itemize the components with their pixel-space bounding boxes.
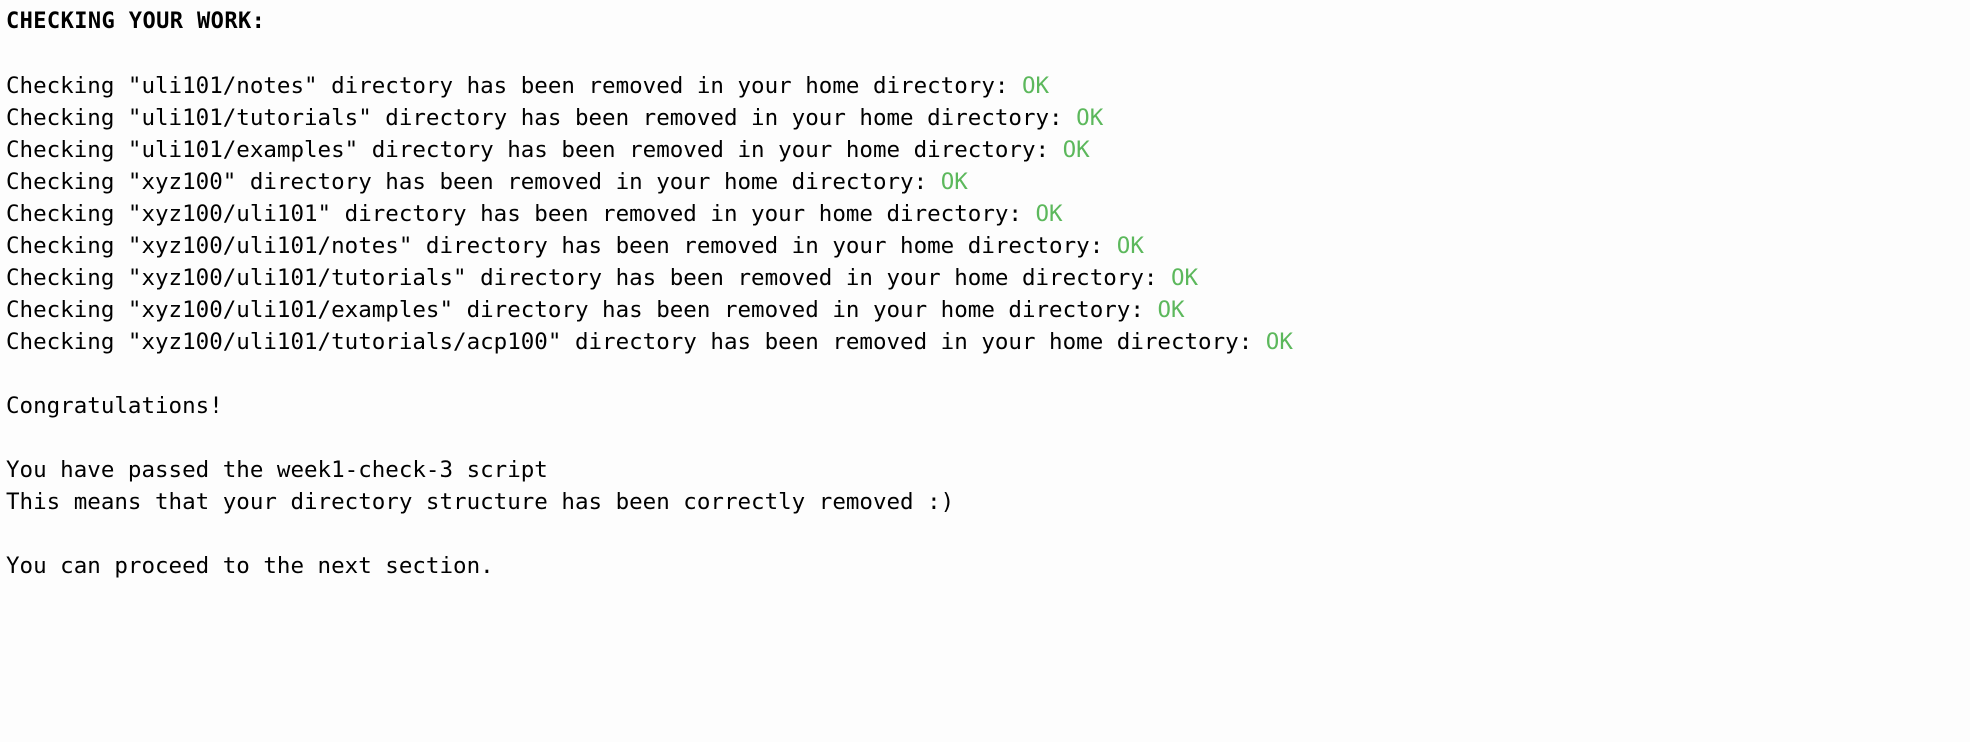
check-result-description: Checking "xyz100/uli101/tutorials/acp100… [6,329,1266,355]
next-step-message: You can proceed to the next section. [6,553,494,579]
page-title: CHECKING YOUR WORK: [6,9,266,34]
check-results-list: Checking "uli101/notes" directory has be… [6,70,1970,358]
check-result-description: Checking "xyz100/uli101/examples" direct… [6,297,1158,323]
check-result-description: Checking "xyz100/uli101" directory has b… [6,201,1036,227]
status-badge: OK [1062,137,1090,163]
status-badge: OK [1170,265,1199,291]
status-badge: OK [1076,105,1104,131]
status-badge: OK [940,169,968,195]
status-badge: OK [1116,233,1144,259]
check-result-row: Checking "xyz100/uli101" directory has b… [6,198,1970,230]
check-result-description: Checking "xyz100" directory has been rem… [6,169,941,195]
check-result-description: Checking "uli101/examples" directory has… [6,137,1063,163]
check-result-row: Checking "xyz100/uli101/examples" direct… [6,294,1970,326]
check-result-row: Checking "xyz100/uli101/tutorials" direc… [6,262,1970,294]
check-result-description: Checking "xyz100/uli101/notes" directory… [6,233,1117,259]
congratulations-message: Congratulations! [6,393,223,419]
status-badge: OK [1021,73,1050,99]
check-result-row: Checking "xyz100/uli101/tutorials/acp100… [6,326,1970,358]
status-badge: OK [1035,201,1063,227]
check-result-row: Checking "uli101/notes" directory has be… [6,70,1970,102]
check-result-row: Checking "xyz100" directory has been rem… [6,166,1970,198]
check-result-row: Checking "uli101/examples" directory has… [6,134,1970,166]
result-message-line: This means that your directory structure… [6,489,955,515]
result-message-line: You have passed the week1-check-3 script [6,457,548,483]
check-result-description: Checking "uli101/tutorials" directory ha… [6,105,1077,131]
check-result-row: Checking "xyz100/uli101/notes" directory… [6,230,1970,262]
check-result-description: Checking "uli101/notes" directory has be… [6,73,1022,99]
result-message-list: You have passed the week1-check-3 script… [6,454,1970,518]
check-result-description: Checking "xyz100/uli101/tutorials" direc… [6,265,1171,291]
check-result-row: Checking "uli101/tutorials" directory ha… [6,102,1970,134]
status-badge: OK [1265,329,1293,355]
terminal-output: CHECKING YOUR WORK: Checking "uli101/not… [0,0,1970,742]
status-badge: OK [1157,297,1185,323]
